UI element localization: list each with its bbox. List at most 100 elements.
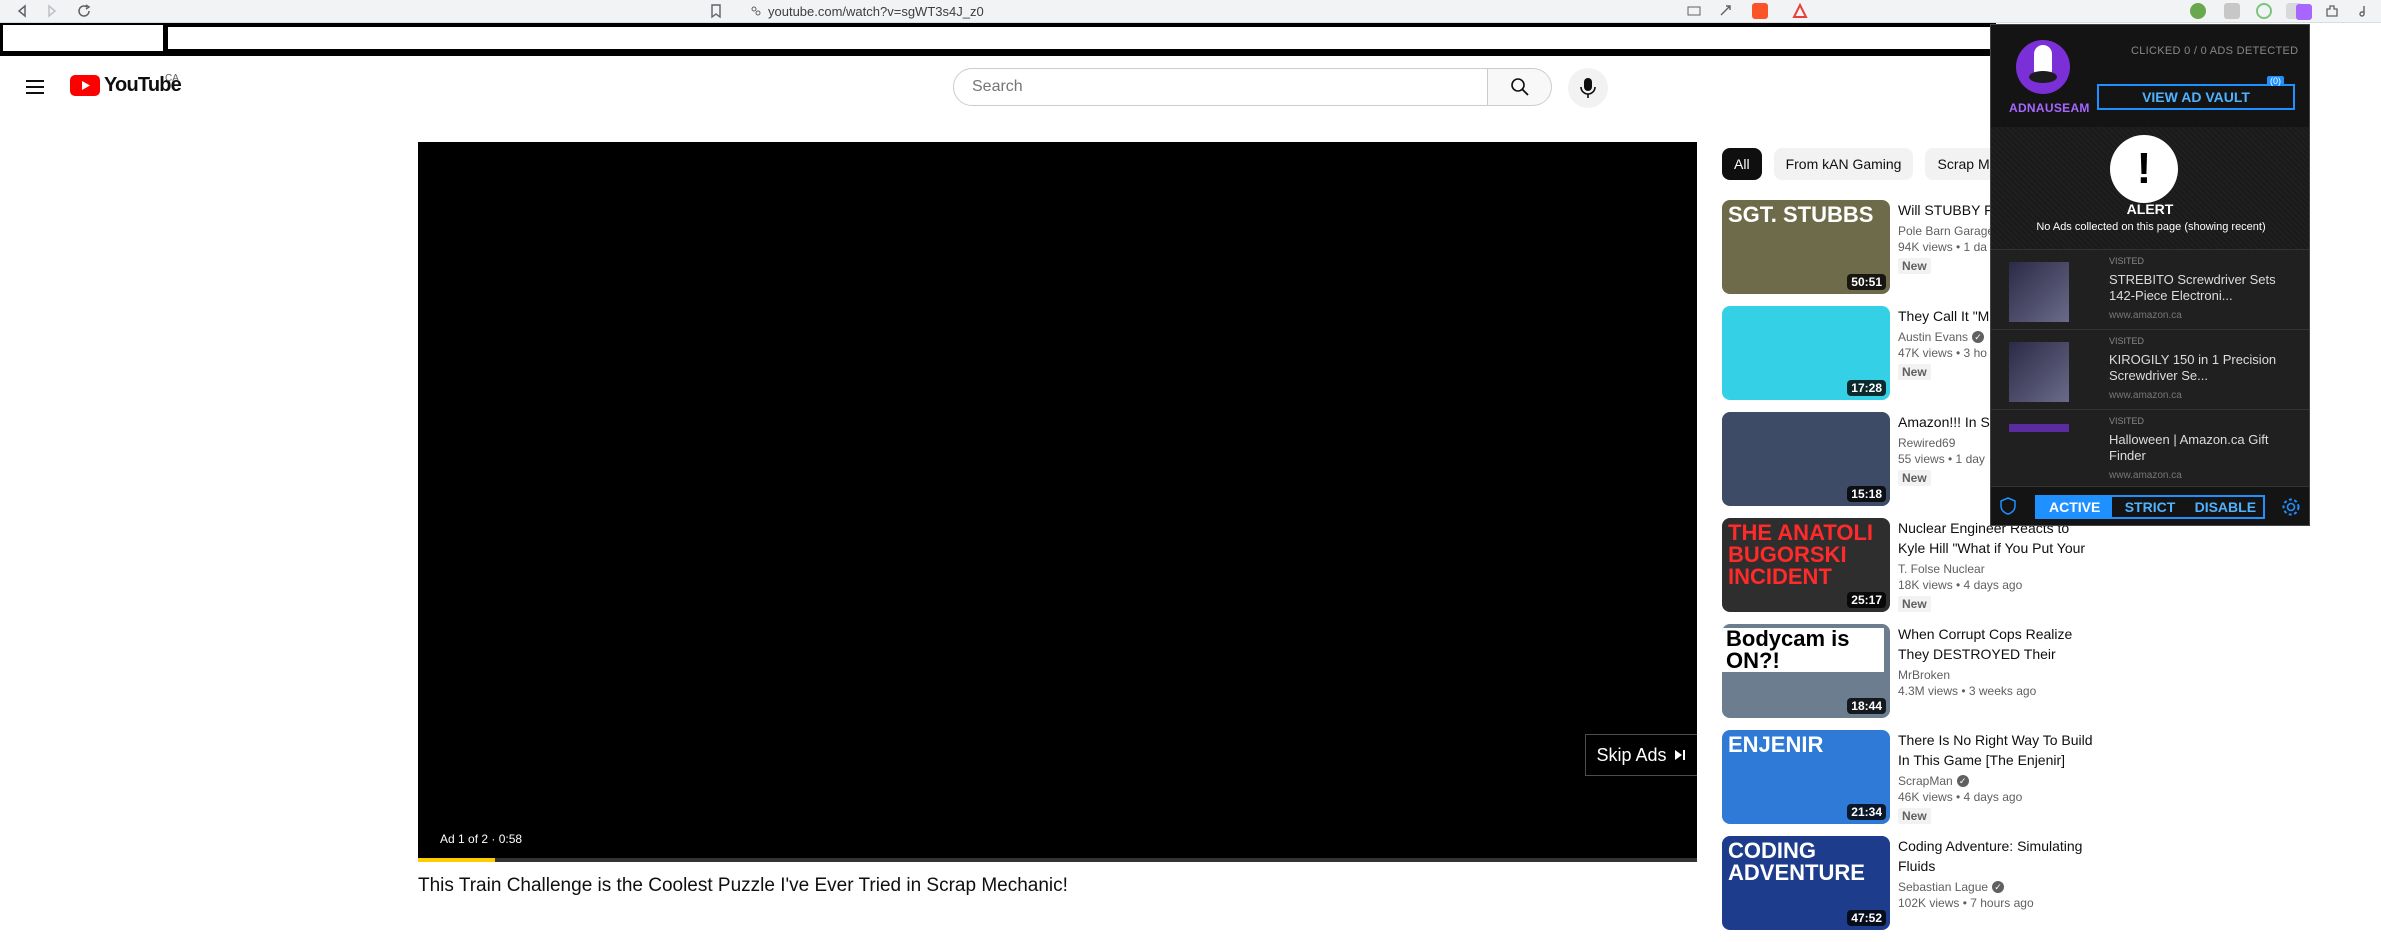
extension-circle-icon[interactable]	[2256, 3, 2272, 19]
redaction-bar	[0, 23, 1996, 56]
video-thumbnail[interactable]: 15:18	[1722, 412, 1890, 506]
forward-icon[interactable]	[44, 3, 60, 19]
mode-selector: ACTIVE STRICT DISABLE	[2035, 495, 2265, 519]
vault-count-badge: (0)	[2267, 76, 2284, 86]
video-title-link[interactable]: Coding Adventure: Simulating Fluids	[1898, 836, 2098, 876]
extension-k-icon[interactable]	[2224, 3, 2240, 19]
install-app-icon[interactable]	[1686, 3, 1702, 19]
channel-name[interactable]: T. Folse Nuclear	[1898, 562, 2098, 576]
voice-search-button[interactable]	[1568, 68, 1608, 108]
search-input[interactable]	[970, 77, 1487, 97]
chip-1[interactable]: From kAN Gaming	[1773, 148, 1914, 180]
share-icon[interactable]	[1718, 3, 1734, 19]
thumbnail-text: Bodycam is ON?!	[1722, 628, 1884, 672]
ad-progress-fill	[418, 858, 495, 862]
alert-exclamation-icon: !	[2110, 135, 2178, 203]
video-thumbnail[interactable]: SGT. STUBBS 50:51	[1722, 200, 1890, 294]
thumbnail-text: SGT. STUBBS	[1728, 202, 1874, 227]
ad-status: VISITED	[2109, 256, 2145, 266]
chip-2[interactable]: Scrap Mec	[1925, 148, 1990, 180]
mode-disable-button[interactable]: DISABLE	[2188, 497, 2263, 517]
address-bar[interactable]: youtube.com/watch?v=sgWT3s4J_z0	[750, 1, 984, 21]
video-duration: 25:17	[1847, 592, 1886, 608]
country-code: CA	[165, 73, 179, 84]
video-thumbnail[interactable]: CODING ADVENTURE 47:52	[1722, 836, 1890, 930]
video-player[interactable]: Ad 1 of 2 · 0:58 Skip Ads	[418, 142, 1697, 862]
channel-label: Sebastian Lague	[1898, 880, 1989, 894]
ad-counter: Ad 1 of 2 · 0:58	[440, 832, 523, 846]
ad-title: Halloween | Amazon.ca Gift Finder	[2109, 432, 2269, 463]
extension-globe-icon[interactable]	[2190, 3, 2206, 19]
adnauseam-footer: ACTIVE STRICT DISABLE	[1991, 486, 2309, 525]
url-text: youtube.com/watch?v=sgWT3s4J_z0	[768, 3, 984, 19]
video-thumbnail[interactable]: Bodycam is ON?! 18:44	[1722, 624, 1890, 718]
alert-panel: ! ALERT No Ads collected on this page (s…	[1991, 127, 2309, 249]
video-title-link[interactable]: When Corrupt Cops Realize They DESTROYED…	[1898, 624, 2098, 664]
menu-icon[interactable]	[24, 78, 46, 96]
adnauseam-logo-icon	[2007, 37, 2079, 97]
channel-label: Pole Barn Garage	[1898, 224, 1995, 238]
new-badge: New	[1898, 364, 1931, 380]
chip-0[interactable]: All	[1722, 148, 1762, 180]
site-info-icon[interactable]	[750, 5, 762, 17]
brave-rewards-icon[interactable]	[1792, 3, 1808, 19]
verified-check-icon: ✓	[1972, 331, 1985, 343]
adnauseam-name: ADNAUSEAM	[2009, 101, 2090, 115]
skip-next-icon	[1673, 748, 1687, 762]
channel-name[interactable]: Sebastian Lague ✓	[1898, 880, 2098, 894]
new-badge: New	[1898, 258, 1931, 274]
ad-progress-bar[interactable]	[418, 858, 1697, 862]
back-icon[interactable]	[14, 3, 30, 19]
new-badge: New	[1898, 808, 1931, 824]
video-duration: 17:28	[1847, 380, 1886, 396]
reload-icon[interactable]	[76, 3, 92, 19]
video-thumbnail[interactable]: 17:28	[1722, 306, 1890, 400]
collected-ad-item[interactable]: VISITED STREBITO Screwdriver Sets 142-Pie…	[1991, 249, 2309, 330]
video-title-link[interactable]: There Is No Right Way To Build In This G…	[1898, 730, 2098, 770]
ad-thumbnail	[2009, 342, 2069, 402]
bookmark-icon[interactable]	[708, 3, 724, 19]
channel-label: Rewired69	[1898, 436, 1956, 450]
collected-ad-item[interactable]: VISITED KIROGILY 150 in 1 Precision Screw…	[1991, 329, 2309, 410]
video-meta: 18K views • 4 days ago	[1898, 578, 2023, 592]
settings-gear-icon[interactable]	[2281, 497, 2301, 517]
brave-shields-icon[interactable]	[1752, 3, 1768, 19]
redacted-area	[168, 27, 1994, 49]
channel-label: Austin Evans	[1898, 330, 1969, 344]
skip-ads-label: Skip Ads	[1596, 744, 1667, 765]
ad-status: VISITED	[2109, 416, 2145, 426]
search-button[interactable]	[1488, 68, 1552, 106]
new-badge: New	[1898, 596, 1931, 612]
channel-label: T. Folse Nuclear	[1898, 562, 1985, 576]
collected-ad-item[interactable]: VISITED Halloween | Amazon.ca Gift Finder…	[1991, 409, 2309, 490]
recommendation-item[interactable]: Bodycam is ON?! 18:44 When Corrupt Cops Re…	[1722, 624, 2112, 730]
extensions-puzzle-icon[interactable]	[2324, 3, 2340, 19]
new-badge: New	[1898, 470, 1931, 486]
mode-strict-button[interactable]: STRICT	[2112, 497, 2187, 517]
video-info: Nuclear Engineer Reacts to Kyle Hill "Wh…	[1898, 518, 2098, 613]
adnauseam-popup: ADNAUSEAM CLICKED 0 / 0 ADS DETECTED VIE…	[1990, 24, 2310, 526]
video-thumbnail[interactable]: ENJENIR 21:34	[1722, 730, 1890, 824]
video-duration: 18:44	[1847, 698, 1886, 714]
mode-active-button[interactable]: ACTIVE	[2037, 497, 2113, 517]
video-meta: 4.3M views • 3 weeks ago	[1898, 684, 2037, 698]
video-meta: 102K views • 7 hours ago	[1898, 896, 2034, 910]
media-control-icon[interactable]	[2354, 3, 2370, 19]
recommendation-item[interactable]: THE ANATOLI BUGORSKI INCIDENT 25:17 Nuclea…	[1722, 518, 2112, 624]
adnauseam-shield-icon[interactable]	[1999, 497, 2017, 515]
ad-site: www.amazon.ca	[2109, 310, 2182, 321]
filter-chips: All From kAN Gaming Scrap Mec	[1722, 148, 1990, 180]
verified-check-icon: ✓	[1992, 881, 2005, 893]
ad-site: www.amazon.ca	[2109, 470, 2182, 481]
video-title: This Train Challenge is the Coolest Puzz…	[418, 875, 1068, 896]
video-duration: 47:52	[1847, 910, 1886, 926]
channel-label: MrBroken	[1898, 668, 1951, 682]
recommendation-item[interactable]: CODING ADVENTURE 47:52 Coding Adventure: S…	[1722, 836, 2112, 942]
adnauseam-extension-icon[interactable]	[2296, 4, 2312, 20]
channel-name[interactable]: MrBroken	[1898, 668, 2098, 682]
view-ad-vault-button[interactable]: VIEW AD VAULT	[2097, 84, 2295, 110]
video-thumbnail[interactable]: THE ANATOLI BUGORSKI INCIDENT 25:17	[1722, 518, 1890, 612]
channel-name[interactable]: ScrapMan ✓	[1898, 774, 2098, 788]
skip-ads-button[interactable]: Skip Ads	[1585, 734, 1697, 776]
recommendation-item[interactable]: ENJENIR 21:34 There Is No Right Way To Bui…	[1722, 730, 2112, 836]
